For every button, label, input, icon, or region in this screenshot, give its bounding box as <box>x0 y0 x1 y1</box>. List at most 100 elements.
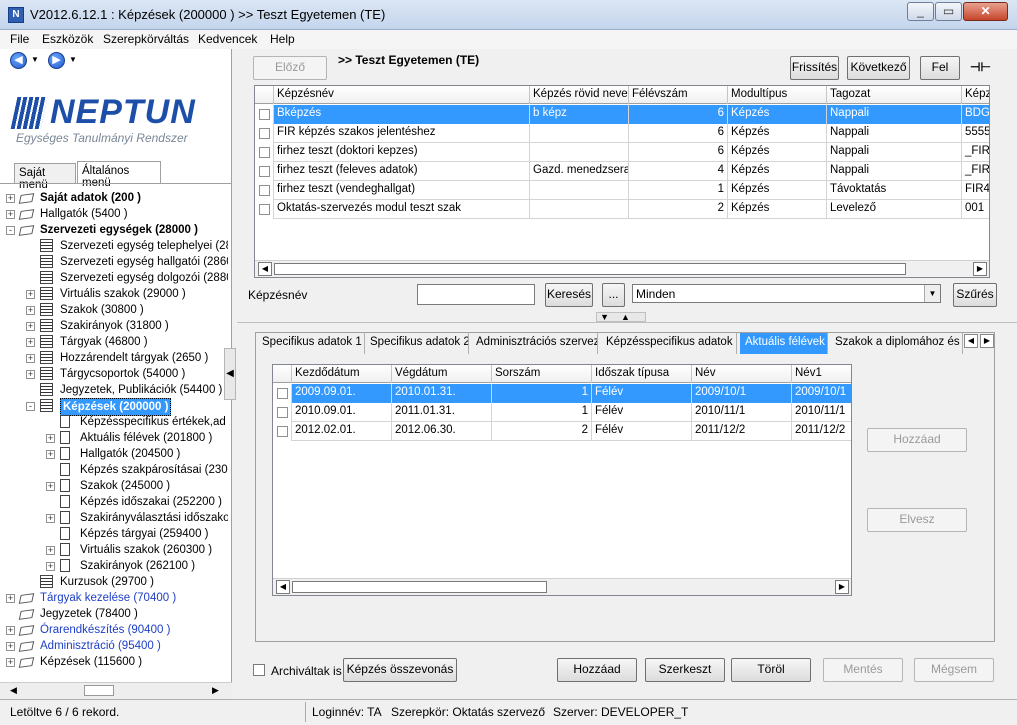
archived-checkbox[interactable] <box>253 664 265 676</box>
tab-4[interactable]: Aktuális félévek <box>740 333 828 354</box>
edit-button[interactable]: Szerkeszt <box>645 658 725 682</box>
tab-1[interactable]: Specifikus adatok 2 <box>365 333 469 354</box>
expand-icon[interactable]: + <box>46 514 55 523</box>
expand-icon[interactable]: + <box>26 338 35 347</box>
expand-icon[interactable]: + <box>6 194 15 203</box>
table-row[interactable]: 2009.09.01. 2010.01.31. 1 Félév 2009/10/1 200… <box>273 384 851 403</box>
maximize-icon[interactable]: ▭ <box>935 2 962 21</box>
expand-icon[interactable]: + <box>46 562 55 571</box>
cancel-button[interactable]: Mégsem <box>914 658 994 682</box>
menu-help[interactable]: Help <box>270 32 295 46</box>
scroll-right-icon[interactable]: ▶ <box>835 580 849 594</box>
expand-icon[interactable]: + <box>26 290 35 299</box>
scroll-right-icon[interactable]: ▶ <box>973 262 987 276</box>
scroll-left-icon[interactable]: ◀ <box>276 580 290 594</box>
menu-szerepkorvaltas[interactable]: Szerepkörváltás <box>103 32 189 46</box>
row-checkbox[interactable] <box>259 204 270 215</box>
tab-5[interactable]: Szakok a diplomához és vé <box>830 333 963 354</box>
column-header[interactable]: Képz <box>962 86 989 104</box>
table-row[interactable]: Bképzés b képz 6 Képzés Nappali BDG <box>255 105 989 124</box>
tab-0[interactable]: Specifikus adatok 1 <box>257 333 365 354</box>
column-header[interactable]: Félévszám <box>629 86 728 104</box>
collapse-icon[interactable]: - <box>26 402 35 411</box>
scroll-thumb[interactable] <box>292 581 547 593</box>
expand-icon[interactable]: + <box>46 434 55 443</box>
prev-button[interactable]: Előző <box>253 56 327 80</box>
table-row[interactable]: FIR képzés szakos jelentéshez 6 Képzés Napp… <box>255 124 989 143</box>
expand-icon[interactable]: + <box>26 370 35 379</box>
menu-file[interactable]: File <box>10 32 29 46</box>
scroll-left-icon[interactable]: ◀ <box>10 685 17 696</box>
tab-3[interactable]: Képzésspecifikus adatok 2 <box>601 333 737 354</box>
row-checkbox[interactable] <box>259 166 270 177</box>
row-checkbox[interactable] <box>277 426 288 437</box>
column-header[interactable]: Képzés rövid neve <box>530 86 629 104</box>
delete-button[interactable]: Töröl <box>731 658 811 682</box>
row-checkbox[interactable] <box>259 109 270 120</box>
column-header[interactable]: Tagozat <box>827 86 962 104</box>
expand-icon[interactable]: + <box>6 210 15 219</box>
next-button[interactable]: Következő <box>847 56 910 80</box>
pin-icon[interactable]: ⊣⊢ <box>970 60 991 74</box>
grid-horizontal-scrollbar[interactable]: ◀ ▶ <box>255 260 989 277</box>
collapse-panel-icon[interactable]: ◀ <box>224 348 236 400</box>
expand-icon[interactable]: + <box>6 594 15 603</box>
tab-sajat-menu[interactable]: Saját menü <box>14 163 76 191</box>
chevron-down-icon[interactable]: ▼ <box>924 285 940 302</box>
expand-icon[interactable]: + <box>6 626 15 635</box>
column-header[interactable]: Sorszám <box>492 365 592 383</box>
side-delete-button[interactable]: Elvesz <box>867 508 967 532</box>
scroll-thumb[interactable] <box>84 685 114 696</box>
table-row[interactable]: Oktatás-szervezés modul teszt szak 2 Képzé… <box>255 200 989 219</box>
table-row[interactable]: firhez teszt (doktori kepzes) 6 Képzés Napp… <box>255 143 989 162</box>
row-checkbox[interactable] <box>259 147 270 158</box>
collapse-icon[interactable]: - <box>6 226 15 235</box>
side-add-button[interactable]: Hozzáad <box>867 428 967 452</box>
column-header[interactable]: Képzésnév <box>274 86 530 104</box>
scroll-thumb[interactable] <box>274 263 906 275</box>
filter-button[interactable]: Szűrés <box>953 283 997 307</box>
row-checkbox[interactable] <box>259 185 270 196</box>
forward-icon[interactable]: ▶ <box>48 52 65 69</box>
subgrid-horizontal-scrollbar[interactable]: ◀ ▶ <box>273 578 851 595</box>
expand-icon[interactable]: + <box>6 642 15 651</box>
merge-button[interactable]: Képzés összevonás <box>343 658 457 682</box>
tab-scroll-right-icon[interactable]: ▶ <box>980 334 994 348</box>
refresh-button[interactable]: Frissítés <box>790 56 839 80</box>
minimize-icon[interactable]: _ <box>907 2 934 21</box>
search-button[interactable]: Keresés <box>545 283 593 307</box>
scroll-left-icon[interactable]: ◀ <box>258 262 272 276</box>
expand-icon[interactable]: + <box>26 322 35 331</box>
column-header[interactable]: Név <box>692 365 792 383</box>
tab-scroll-left-icon[interactable]: ◀ <box>964 334 978 348</box>
expand-icon[interactable]: + <box>46 546 55 555</box>
filter-select[interactable]: Minden ▼ <box>632 284 941 303</box>
tab-altalanos-menu[interactable]: Általános menü <box>77 161 161 189</box>
menu-eszkozok[interactable]: Eszközök <box>42 32 93 46</box>
add-button[interactable]: Hozzáad <box>557 658 637 682</box>
expand-icon[interactable]: + <box>26 354 35 363</box>
save-button[interactable]: Mentés <box>823 658 903 682</box>
column-header[interactable]: Kezdődátum <box>292 365 392 383</box>
back-icon[interactable]: ◀ <box>10 52 27 69</box>
close-icon[interactable]: ✕ <box>963 2 1008 21</box>
forward-dropdown-icon[interactable]: ▼ <box>69 55 77 64</box>
table-row[interactable]: firhez teszt (feleves adatok) Gazd. mened… <box>255 162 989 181</box>
expand-icon[interactable]: + <box>46 482 55 491</box>
row-checkbox[interactable] <box>277 388 288 399</box>
expand-icon[interactable]: + <box>46 450 55 459</box>
table-row[interactable]: 2012.02.01. 2012.06.30. 2 Félév 2011/12/2 201… <box>273 422 851 441</box>
row-checkbox[interactable] <box>259 128 270 139</box>
menu-kedvencek[interactable]: Kedvencek <box>198 32 257 46</box>
expand-icon[interactable]: + <box>6 658 15 667</box>
table-row[interactable]: 2010.09.01. 2011.01.31. 1 Félév 2010/11/1 201… <box>273 403 851 422</box>
column-header[interactable]: Végdátum <box>392 365 492 383</box>
up-button[interactable]: Fel <box>920 56 960 80</box>
search-input[interactable] <box>417 284 535 305</box>
dots-button[interactable]: ... <box>602 283 625 307</box>
back-dropdown-icon[interactable]: ▼ <box>31 55 39 64</box>
column-header[interactable]: Név1 <box>792 365 851 383</box>
splitter-toggle-icon[interactable]: ▼▲ <box>596 312 646 322</box>
scroll-right-icon[interactable]: ▶ <box>212 685 219 696</box>
tab-2[interactable]: Adminisztrációs szervezet <box>471 333 598 354</box>
